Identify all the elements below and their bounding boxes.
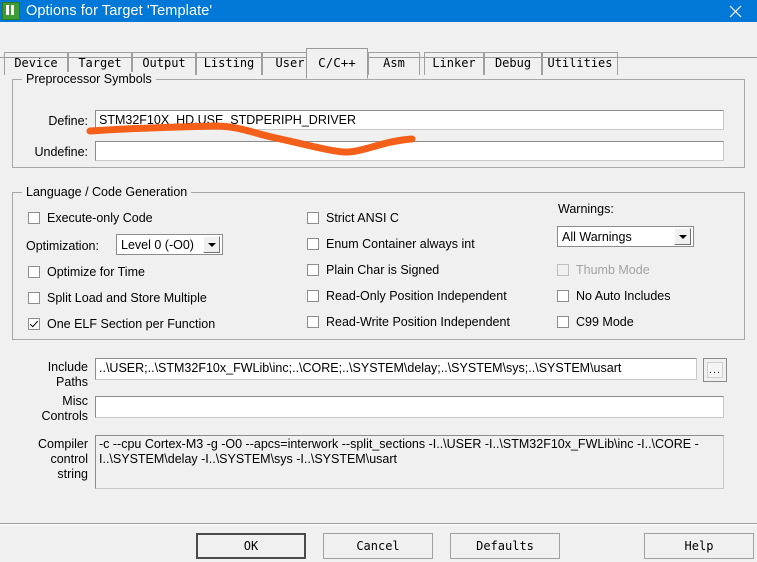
optimization-label: Optimization:	[26, 239, 99, 253]
checkbox-thumb-mode: Thumb Mode	[557, 263, 650, 277]
include-paths-input[interactable]: ..\USER;..\STM32F10x_FWLib\inc;..\CORE;.…	[95, 358, 697, 380]
warnings-label: Warnings:	[558, 202, 614, 216]
checkbox-optimize-for-time[interactable]: Optimize for Time	[28, 265, 145, 279]
compiler-control-string-output: -c --cpu Cortex-M3 -g -O0 --apcs=interwo…	[95, 435, 724, 489]
tab-asm[interactable]: Asm	[368, 52, 420, 75]
checkbox-label: Execute-only Code	[47, 211, 153, 225]
checkbox-box	[307, 290, 319, 302]
compiler-control-string-label-line1: Compiler	[37, 437, 88, 451]
checkbox-label: Thumb Mode	[576, 263, 650, 277]
define-label: Define:	[48, 114, 88, 128]
title-bar: Options for Target 'Template'	[0, 0, 757, 22]
window-title: Options for Target 'Template'	[26, 2, 213, 19]
checkbox-read-write-position-independent[interactable]: Read-Write Position Independent	[307, 315, 510, 329]
checkbox-label: Split Load and Store Multiple	[47, 291, 207, 305]
include-paths-label-line1: Include	[47, 360, 88, 374]
tab-linker[interactable]: Linker	[424, 52, 484, 75]
checkbox-box	[28, 292, 40, 304]
misc-controls-label-line2: Controls	[41, 409, 88, 423]
checkbox-label: Read-Only Position Independent	[326, 289, 507, 303]
checkbox-label: Strict ANSI C	[326, 211, 399, 225]
checkbox-label: Optimize for Time	[47, 265, 145, 279]
defaults-button[interactable]: Defaults	[450, 533, 560, 559]
keil-uvision-icon	[2, 2, 20, 20]
checkbox-box	[307, 316, 319, 328]
browse-button-label: ...	[708, 364, 722, 376]
include-paths-browse-button[interactable]: ...	[703, 358, 727, 382]
chevron-down-icon[interactable]	[674, 228, 691, 245]
preprocessor-group-title: Preprocessor Symbols	[22, 72, 156, 86]
checkbox-plain-char-is-signed[interactable]: Plain Char is Signed	[307, 263, 439, 277]
checkbox-enum-container-always-int[interactable]: Enum Container always int	[307, 237, 475, 251]
tab-strip: Device Target Output Listing User C/C++ …	[0, 22, 757, 79]
misc-controls-input[interactable]	[95, 396, 724, 418]
warnings-select[interactable]: All Warnings	[557, 226, 694, 247]
include-paths-label-line2: Paths	[56, 375, 88, 389]
checkbox-box	[557, 264, 569, 276]
checkbox-execute-only-code[interactable]: Execute-only Code	[28, 211, 153, 225]
checkbox-label: Read-Write Position Independent	[326, 315, 510, 329]
checkbox-box	[307, 264, 319, 276]
define-input[interactable]: STM32F10X_HD,USE_STDPERIPH_DRIVER	[95, 110, 724, 130]
checkbox-box	[557, 290, 569, 302]
undefine-label: Undefine:	[34, 145, 88, 159]
language-group-title: Language / Code Generation	[22, 185, 192, 199]
checkbox-label: One ELF Section per Function	[47, 317, 216, 331]
compiler-control-string-label-line3: string	[57, 467, 88, 481]
cancel-button[interactable]: Cancel	[323, 533, 433, 559]
checkbox-strict-ansi-c[interactable]: Strict ANSI C	[307, 211, 399, 225]
checkbox-label: C99 Mode	[576, 315, 634, 329]
chevron-down-icon[interactable]	[203, 236, 220, 253]
tab-debug[interactable]: Debug	[484, 52, 542, 75]
undefine-input[interactable]	[95, 141, 724, 161]
checkbox-c99-mode[interactable]: C99 Mode	[557, 315, 634, 329]
checkbox-box	[307, 238, 319, 250]
checkbox-one-elf-section-per-function[interactable]: One ELF Section per Function	[28, 317, 215, 331]
tab-underline	[0, 57, 757, 58]
checkbox-label: No Auto Includes	[576, 289, 671, 303]
compiler-control-string-label-line2: control	[50, 452, 88, 466]
checkbox-label: Plain Char is Signed	[326, 263, 440, 277]
checkbox-split-load-store-multiple[interactable]: Split Load and Store Multiple	[28, 291, 207, 305]
tab-utilities[interactable]: Utilities	[542, 52, 618, 75]
checkbox-label: Enum Container always int	[326, 237, 475, 251]
close-icon[interactable]	[713, 0, 757, 22]
ok-button[interactable]: OK	[196, 533, 306, 559]
checkbox-box	[28, 212, 40, 224]
optimization-value: Level 0 (-O0)	[121, 237, 194, 252]
help-button[interactable]: Help	[644, 533, 754, 559]
warnings-value: All Warnings	[562, 229, 632, 244]
tab-c-cpp[interactable]: C/C++	[306, 48, 368, 79]
checkbox-box	[557, 316, 569, 328]
checkbox-read-only-position-independent[interactable]: Read-Only Position Independent	[307, 289, 507, 303]
checkbox-box	[307, 212, 319, 224]
tab-listing[interactable]: Listing	[196, 52, 262, 75]
optimization-select[interactable]: Level 0 (-O0)	[116, 234, 223, 255]
misc-controls-label-line1: Misc	[62, 394, 88, 408]
footer-divider	[0, 523, 757, 525]
checkbox-no-auto-includes[interactable]: No Auto Includes	[557, 289, 671, 303]
checkbox-box	[28, 266, 40, 278]
checkbox-box	[28, 318, 40, 330]
